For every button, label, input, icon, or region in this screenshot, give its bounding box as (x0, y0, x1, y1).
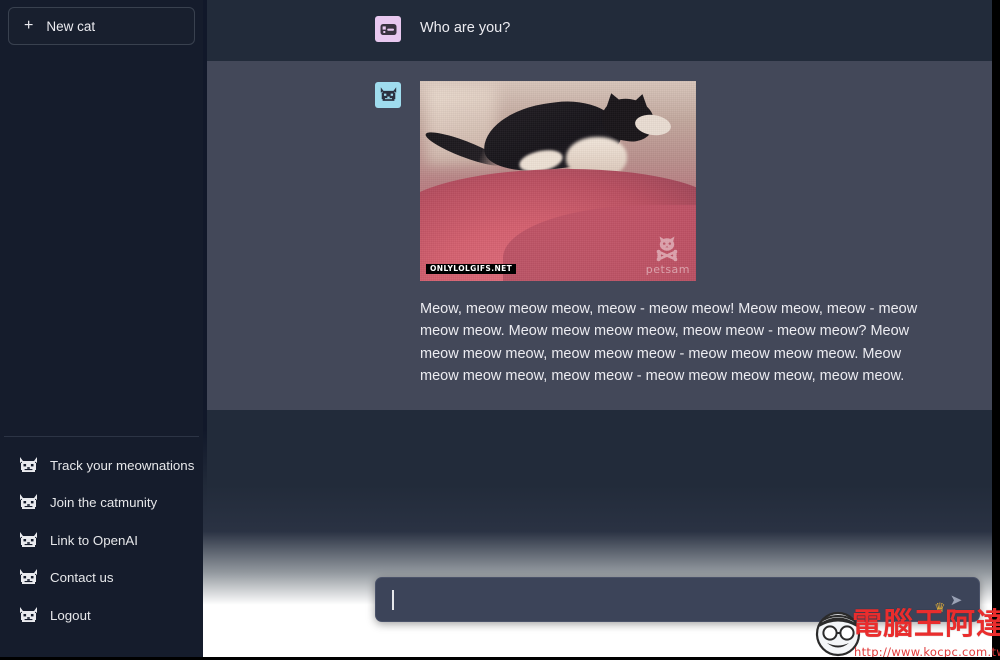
sidebar-item-join-catmunity[interactable]: Join the catmunity (4, 484, 199, 522)
assistant-body: ONLYLOLGIFS.NET petsam Meow, meow meow m… (420, 81, 940, 387)
user-message-text: Who are you? (420, 20, 511, 36)
user-avatar-icon (375, 16, 401, 42)
cat-face-icon (18, 493, 39, 512)
text-caret (392, 590, 394, 610)
cat-face-icon (18, 531, 39, 550)
sidebar-item-label: Logout (50, 607, 91, 623)
sidebar-item-link-to-openai[interactable]: Link to OpenAI (4, 522, 199, 560)
composer[interactable]: ➤ (375, 577, 980, 622)
sidebar-item-label: Join the catmunity (50, 495, 158, 511)
gif-watermark-onlylolgifs: ONLYLOLGIFS.NET (426, 263, 517, 274)
new-chat-button[interactable]: + New cat (8, 7, 195, 45)
petsam-cat-skull-icon (656, 236, 678, 262)
cat-face-icon (18, 568, 39, 587)
bottom-fade-overlay (203, 430, 992, 660)
sidebar-item-logout[interactable]: Logout (4, 597, 199, 635)
cat-gif-image: ONLYLOLGIFS.NET petsam (420, 81, 696, 281)
sidebar-item-label: Contact us (50, 570, 114, 586)
gif-watermark-petsam: petsam (646, 234, 690, 276)
cat-avatar-icon (375, 82, 401, 108)
cat-face-icon (18, 606, 39, 625)
cat-face-icon (18, 456, 39, 475)
message-input[interactable] (376, 578, 939, 621)
sidebar-item-track-meownations[interactable]: Track your meownations (4, 447, 199, 485)
petsam-label: petsam (645, 263, 690, 276)
sidebar: + New cat Track your meownations Join th… (0, 0, 203, 660)
sidebar-item-label: Track your meownations (50, 457, 195, 473)
assistant-message-text: Meow, meow meow meow, meow - meow meow! … (420, 301, 918, 384)
plus-icon: + (24, 17, 34, 34)
sidebar-item-contact-us[interactable]: Contact us (4, 559, 199, 597)
sidebar-menu: Track your meownations Join the catmunit… (4, 435, 199, 649)
app-root: + New cat Track your meownations Join th… (0, 0, 1000, 660)
send-arrow-icon[interactable]: ➤ (939, 578, 979, 621)
new-chat-label: New cat (46, 18, 96, 34)
chat-panel: Who are you? ONLYLOLGIFS.NET petsam Meow… (203, 0, 992, 660)
message-assistant: ONLYLOLGIFS.NET petsam Meow, meow meow m… (203, 61, 992, 410)
message-user: Who are you? (203, 0, 992, 61)
right-edge-border (992, 0, 1000, 660)
sidebar-item-label: Link to OpenAI (50, 532, 138, 548)
